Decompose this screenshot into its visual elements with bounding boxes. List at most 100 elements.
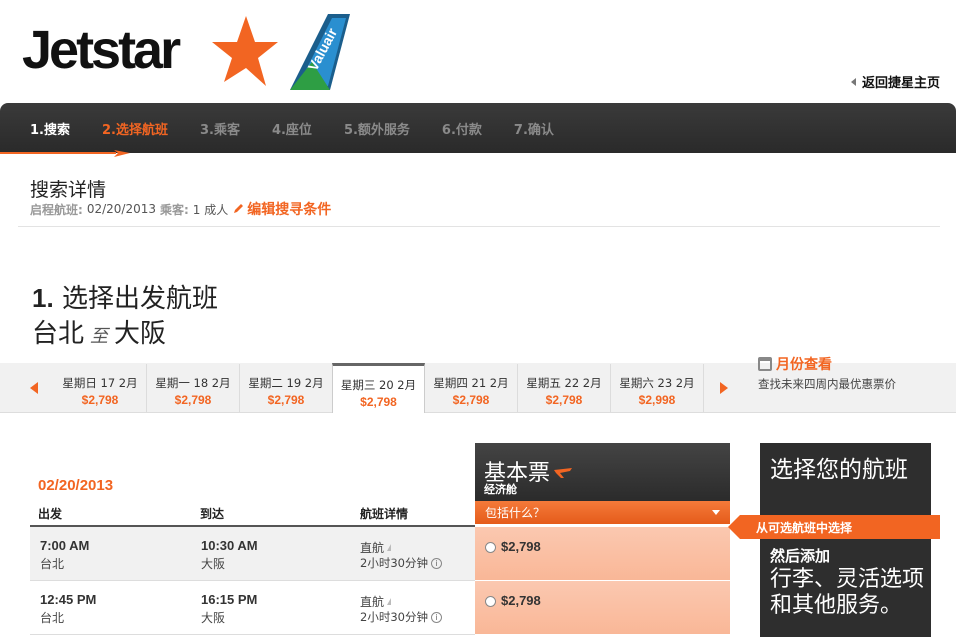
logo-wordmark: Jetstar xyxy=(22,20,181,80)
date-price: $2,798 xyxy=(452,393,490,407)
origin-city: 台北 xyxy=(32,319,85,349)
date-tab-sun[interactable]: 星期日 17 2月 $2,798 xyxy=(54,364,147,412)
pax-value: 1 成人 xyxy=(192,202,229,217)
step-extras: 5.额外服务 xyxy=(343,122,410,138)
date-price: $2,798 xyxy=(174,393,212,407)
step-payment: 6.付款 xyxy=(441,122,482,138)
flight-duration: 2小时30分钟 i xyxy=(360,555,442,571)
edit-search-label: 编辑搜寻条件 xyxy=(247,202,332,218)
flight-row: 7:00 AM 台北 10:30 AM 大阪 直航 2小时30分钟 i xyxy=(30,527,475,581)
month-view: 月份查看 查找未来四周内最优惠票价 xyxy=(758,354,896,392)
edit-search-link[interactable]: 编辑搜寻条件 xyxy=(232,199,331,219)
home-link[interactable]: 返回捷星主页 xyxy=(850,72,940,91)
date-label: 星期一 18 2月 xyxy=(155,376,231,390)
arrive-time: 10:30 AM xyxy=(201,538,258,553)
flight-type-label: 直航 xyxy=(360,541,385,555)
plane-icon xyxy=(554,468,573,478)
route-label: 启程航班: xyxy=(30,202,83,217)
step-passengers: 3.乘客 xyxy=(199,122,240,138)
fare-column-header: 基本票 经济舱 xyxy=(475,443,730,501)
fare-includes-dropdown[interactable]: 包括什么？ xyxy=(475,501,730,524)
page-title: 1. 选择出发航班 xyxy=(32,278,218,315)
date-tab-fri[interactable]: 星期五 22 2月 $2,798 xyxy=(518,364,611,412)
date-label: 星期六 23 2月 xyxy=(619,376,695,390)
calendar-icon xyxy=(758,357,772,371)
date-tab-thu[interactable]: 星期四 21 2月 $2,798 xyxy=(425,364,518,412)
fare-includes-label: 包括什么？ xyxy=(485,506,546,520)
col-header-details: 航班详情 xyxy=(360,507,409,521)
fare-radio[interactable] xyxy=(485,596,496,607)
star-icon xyxy=(212,16,278,86)
side-panel-tag: 从可选航班中选择 xyxy=(728,515,940,539)
side-panel-heading: 选择您的航班 xyxy=(770,457,908,483)
plane-icon xyxy=(387,544,392,551)
month-view-link[interactable]: 月份查看 xyxy=(758,354,896,374)
info-icon[interactable]: i xyxy=(430,611,442,623)
step-number: 1. xyxy=(32,283,54,313)
info-icon[interactable]: i xyxy=(430,557,442,569)
date-tab-wed-selected[interactable]: 星期三 20 2月 $2,798 xyxy=(332,363,425,413)
duration-label: 2小时30分钟 xyxy=(360,610,428,624)
divider xyxy=(18,226,940,227)
step-select-flight: 2.选择航班 xyxy=(101,122,168,138)
month-view-subtitle: 查找未来四周内最优惠票价 xyxy=(758,377,896,391)
step-title: 选择出发航班 xyxy=(61,284,218,314)
col-header-arrive: 到达 xyxy=(200,507,225,521)
date-price: $2,798 xyxy=(545,393,583,407)
fare-price: $2,798 xyxy=(501,539,541,554)
prev-week-icon[interactable] xyxy=(30,382,38,394)
flight-duration: 2小时30分钟 i xyxy=(360,609,442,625)
destination-city: 大阪 xyxy=(114,319,167,349)
month-view-title: 月份查看 xyxy=(776,357,832,373)
arrive-city: 大阪 xyxy=(201,557,226,571)
flight-type-label: 直航 xyxy=(360,595,385,609)
date-label: 星期五 22 2月 xyxy=(526,376,602,390)
step-search[interactable]: 1.搜索 xyxy=(30,119,70,138)
date-tab-tue[interactable]: 星期二 19 2月 $2,798 xyxy=(240,364,333,412)
side-help-panel: 选择您的航班 然后添加 行李、灵活选项和其他服务。 xyxy=(760,443,931,637)
flight-type: 直航 xyxy=(360,539,392,556)
date-tab-sat[interactable]: 星期六 23 2月 $2,998 xyxy=(611,364,704,412)
arrive-city: 大阪 xyxy=(201,611,226,625)
chevron-down-icon xyxy=(712,510,720,515)
search-summary: 启程航班: 02/20/2013 乘客: 1 成人 编辑搜寻条件 xyxy=(30,199,331,219)
date-label: 星期二 19 2月 xyxy=(248,376,324,390)
fare-price: $2,798 xyxy=(501,593,541,608)
plane-icon xyxy=(387,598,392,605)
date-price: $2,998 xyxy=(638,393,676,407)
date-price: $2,798 xyxy=(267,393,305,407)
depart-city: 台北 xyxy=(40,557,65,571)
arrow-left-icon xyxy=(850,77,856,86)
pencil-icon xyxy=(234,204,244,213)
fare-subtitle: 经济舱 xyxy=(484,483,517,496)
booking-steps-bar: 1.搜索 2.选择航班 3.乘客 4.座位 5.额外服务 6.付款 7.确认 xyxy=(0,103,956,153)
date-price: $2,798 xyxy=(360,395,397,409)
fare-option[interactable]: $2,798 xyxy=(475,581,730,635)
flight-date: 02/20/2013 xyxy=(38,477,114,494)
progress-plane-icon xyxy=(0,150,130,157)
route-heading: 台北至大阪 xyxy=(32,313,166,350)
valuair-tail-icon: Valuair xyxy=(290,14,350,90)
date-label: 星期四 21 2月 xyxy=(433,376,509,390)
depart-time: 7:00 AM xyxy=(40,538,90,553)
side-panel-extras: 行李、灵活选项和其他服务。 xyxy=(770,567,925,618)
arrive-time: 16:15 PM xyxy=(201,592,258,607)
to-word: 至 xyxy=(90,326,109,347)
date-label: 星期三 20 2月 xyxy=(340,378,417,392)
fare-option[interactable]: $2,798 xyxy=(475,527,730,581)
date-tab-mon[interactable]: 星期一 18 2月 $2,798 xyxy=(147,364,240,412)
home-link-label: 返回捷星主页 xyxy=(861,76,940,91)
date-price: $2,798 xyxy=(81,393,119,407)
col-header-depart: 出发 xyxy=(38,507,63,521)
pax-label: 乘客: xyxy=(159,202,189,217)
depart-time: 12:45 PM xyxy=(40,592,97,607)
search-details-title: 搜索详情 xyxy=(30,179,107,201)
route-date: 02/20/2013 xyxy=(86,202,156,216)
side-panel-then: 然后添加 xyxy=(770,547,831,565)
duration-label: 2小时30分钟 xyxy=(360,556,428,570)
step-seats: 4.座位 xyxy=(271,122,312,138)
fare-radio[interactable] xyxy=(485,542,496,553)
next-week-icon[interactable] xyxy=(720,382,728,394)
flight-type: 直航 xyxy=(360,593,392,610)
date-label: 星期日 17 2月 xyxy=(62,376,138,390)
